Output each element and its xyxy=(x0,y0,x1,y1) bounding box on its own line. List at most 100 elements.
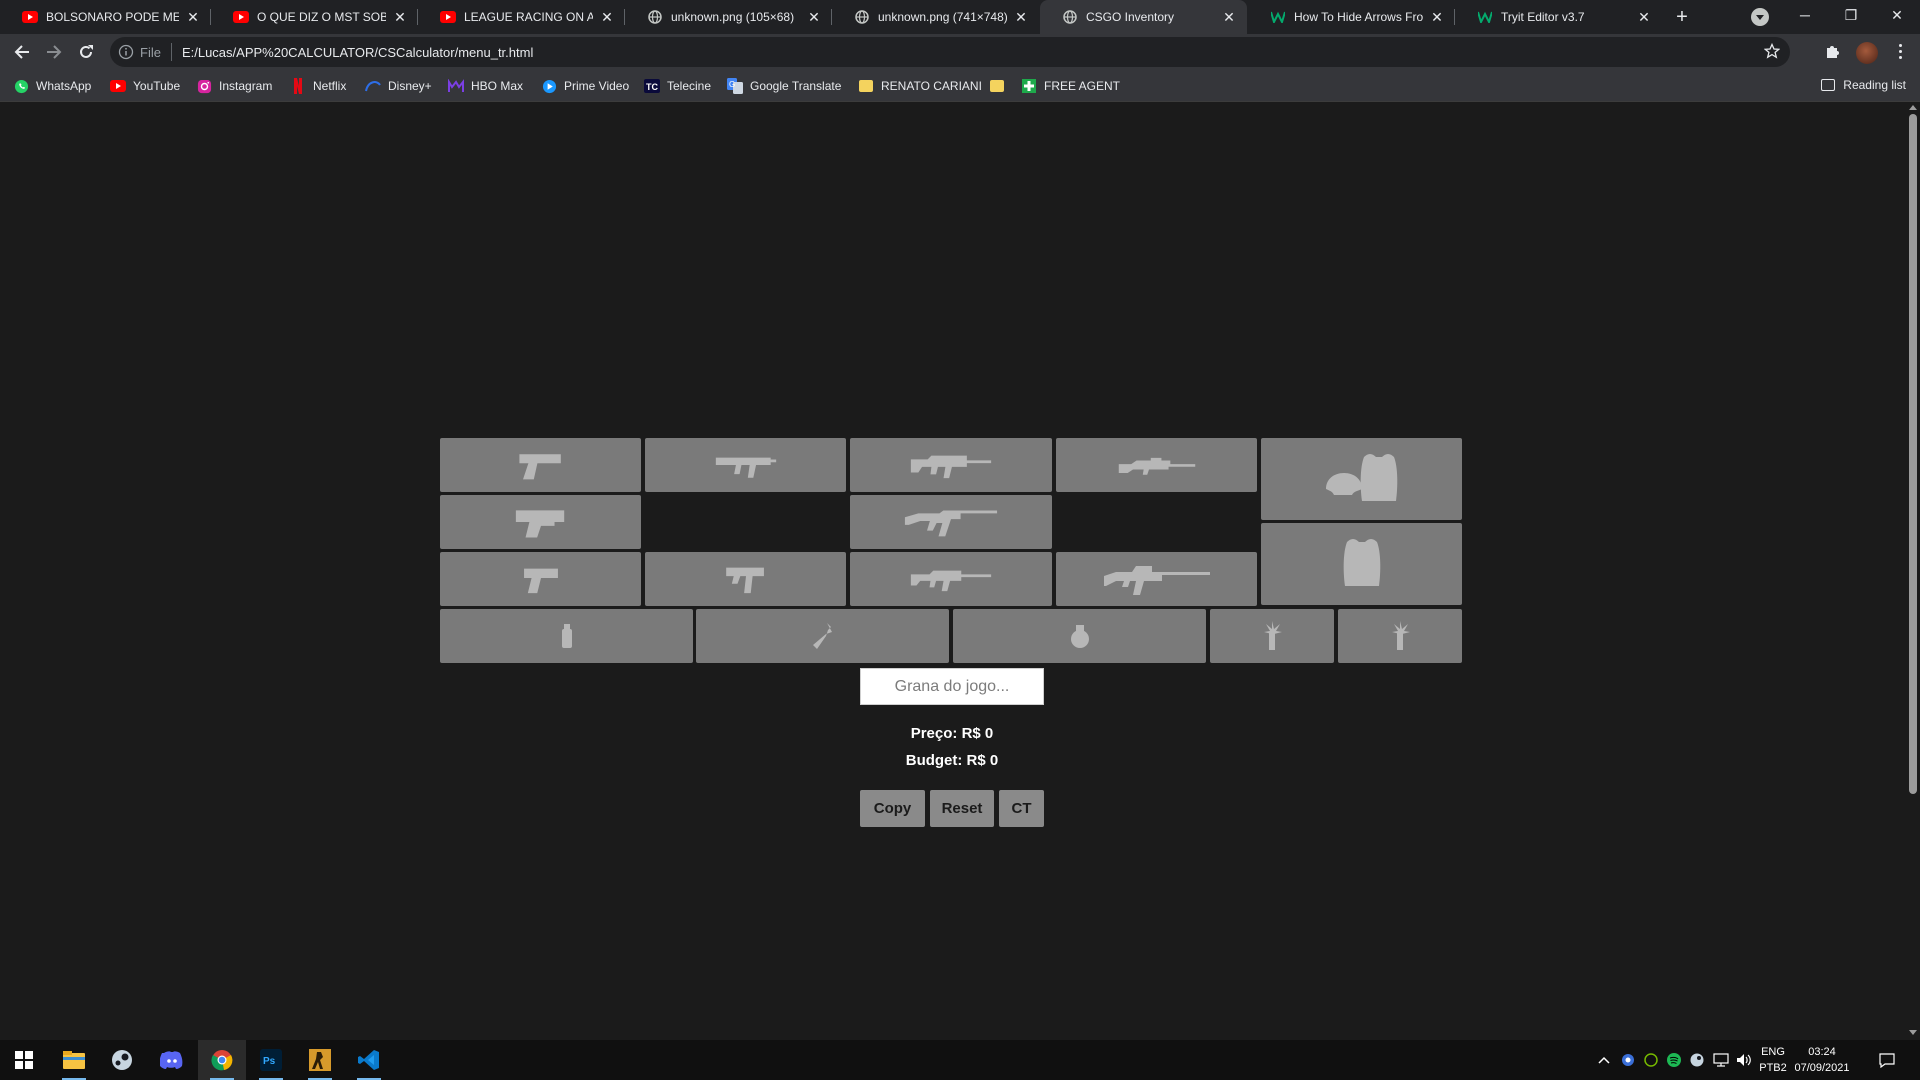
page-scrollbar[interactable] xyxy=(1906,102,1920,1038)
slot-smg[interactable] xyxy=(645,438,846,492)
minimize-button[interactable]: ─ xyxy=(1782,0,1828,30)
steam-icon[interactable] xyxy=(98,1040,146,1080)
bookmark-folder-renato[interactable]: RENATO CARIANI xyxy=(858,77,982,95)
tab-w3schools-1[interactable]: How To Hide Arrows From ✕ xyxy=(1248,0,1455,34)
close-icon[interactable]: ✕ xyxy=(1636,9,1652,25)
slot-rifle[interactable] xyxy=(850,438,1052,492)
slot-molotov[interactable] xyxy=(696,609,949,663)
tab-w3schools-2[interactable]: Tryit Editor v3.7 ✕ xyxy=(1455,0,1662,34)
close-icon[interactable]: ✕ xyxy=(185,9,201,25)
address-bar[interactable]: File E:/Lucas/APP%20CALCULATOR/CSCalcula… xyxy=(110,37,1790,67)
whatsapp-icon xyxy=(13,78,29,94)
bookmark-whatsapp[interactable]: WhatsApp xyxy=(13,77,91,95)
bookmark-hbo-max[interactable]: HBO Max xyxy=(448,77,523,95)
tab-csgo-inventory[interactable]: CSGO Inventory ✕ xyxy=(1040,0,1247,34)
slot-heavy-pistol[interactable] xyxy=(440,495,641,549)
bookmark-folder-unnamed[interactable] xyxy=(989,77,1012,95)
tab-image-1[interactable]: unknown.png (105×68) ✕ xyxy=(625,0,832,34)
bookmark-google-translate[interactable]: G Google Translate xyxy=(727,77,841,95)
slot-carbine[interactable] xyxy=(850,552,1052,606)
cross-icon xyxy=(1021,78,1037,94)
discord-icon[interactable] xyxy=(148,1040,196,1080)
close-icon[interactable]: ✕ xyxy=(1429,9,1445,25)
back-button[interactable] xyxy=(10,40,34,64)
tray-chevron-up-icon[interactable] xyxy=(1596,1040,1612,1080)
system-clock[interactable]: 03:24 07/09/2021 xyxy=(1792,1044,1852,1076)
restore-button[interactable]: ❐ xyxy=(1828,0,1874,30)
slot-he-grenade[interactable] xyxy=(953,609,1206,663)
tab-youtube-3[interactable]: LEAGUE RACING ON A WE ✕ xyxy=(418,0,625,34)
close-icon[interactable]: ✕ xyxy=(806,9,822,25)
tray-steam-icon[interactable] xyxy=(1688,1040,1706,1080)
forward-button[interactable] xyxy=(42,40,66,64)
bookmark-label: Netflix xyxy=(313,79,347,93)
close-window-button[interactable]: ✕ xyxy=(1874,0,1920,30)
close-icon[interactable]: ✕ xyxy=(392,9,408,25)
reset-button[interactable]: Reset xyxy=(930,790,994,827)
slot-flashbang-2[interactable] xyxy=(1338,609,1462,663)
slot-helmet-vest[interactable] xyxy=(1261,438,1462,520)
csgo-icon[interactable] xyxy=(296,1040,344,1080)
vscode-icon[interactable] xyxy=(345,1040,393,1080)
money-input[interactable] xyxy=(860,668,1044,705)
slot-uzi[interactable] xyxy=(645,552,846,606)
reading-list-button[interactable]: Reading list xyxy=(1821,78,1906,92)
sniper-rifle-icon xyxy=(1118,457,1195,475)
slot-kevlar[interactable] xyxy=(1261,523,1462,605)
smoke-grenade-icon xyxy=(561,624,572,648)
folder-icon xyxy=(858,78,874,94)
bookmark-youtube[interactable]: YouTube xyxy=(110,77,180,95)
slot-ak47[interactable] xyxy=(850,495,1052,549)
bookmark-label: Google Translate xyxy=(750,79,842,93)
close-icon[interactable]: ✕ xyxy=(1221,9,1237,25)
info-icon[interactable] xyxy=(118,44,134,60)
bookmark-label: FREE AGENT xyxy=(1044,79,1121,93)
team-ct-button[interactable]: CT xyxy=(999,790,1044,827)
bookmark-instagram[interactable]: Instagram xyxy=(196,77,272,95)
bookmark-prime-video[interactable]: Prime Video xyxy=(541,77,629,95)
input-language[interactable]: ENG PTB2 xyxy=(1756,1044,1790,1076)
extensions-puzzle-icon[interactable] xyxy=(1824,42,1842,60)
windows-start-icon[interactable] xyxy=(0,1040,48,1080)
new-tab-button[interactable]: + xyxy=(1672,7,1692,27)
bookmark-netflix[interactable]: Netflix xyxy=(290,77,346,95)
kebab-menu-icon[interactable] xyxy=(1892,42,1908,62)
notifications-icon[interactable] xyxy=(1872,1040,1902,1080)
bookmark-free-agent[interactable]: FREE AGENT xyxy=(1021,77,1120,95)
tray-spotify-icon[interactable] xyxy=(1665,1040,1683,1080)
w-icon xyxy=(1270,9,1286,25)
clock-time: 03:24 xyxy=(1808,1046,1836,1058)
slot-sniper[interactable] xyxy=(1056,438,1257,492)
url-text[interactable]: E:/Lucas/APP%20CALCULATOR/CSCalculator/m… xyxy=(182,45,533,60)
tray-app-icon[interactable] xyxy=(1619,1040,1637,1080)
slot-flashbang-1[interactable] xyxy=(1210,609,1334,663)
tab-search-icon[interactable] xyxy=(1751,8,1769,26)
flashbang-icon xyxy=(1264,621,1282,650)
bookmark-disney[interactable]: Disney+ xyxy=(365,77,432,95)
slot-machine-gun[interactable] xyxy=(1056,552,1257,606)
photoshop-icon[interactable]: Ps xyxy=(247,1040,295,1080)
scroll-thumb[interactable] xyxy=(1909,114,1917,794)
bookmark-star-icon[interactable] xyxy=(1764,43,1780,59)
scroll-down-arrow-icon[interactable] xyxy=(1909,1030,1917,1035)
profile-avatar[interactable] xyxy=(1856,42,1878,64)
reload-button[interactable] xyxy=(74,40,98,64)
tab-youtube-2[interactable]: O QUE DIZ O MST SOBRE O ✕ xyxy=(211,0,418,34)
file-explorer-icon[interactable] xyxy=(50,1040,98,1080)
close-icon[interactable]: ✕ xyxy=(599,9,615,25)
slot-smoke-grenade[interactable] xyxy=(440,609,693,663)
tab-image-2[interactable]: unknown.png (741×748) ✕ xyxy=(832,0,1039,34)
tray-network-icon[interactable] xyxy=(1711,1040,1731,1080)
tray-volume-icon[interactable] xyxy=(1734,1040,1754,1080)
scroll-up-arrow-icon[interactable] xyxy=(1909,105,1917,110)
prime-icon xyxy=(541,78,557,94)
tray-nvidia-icon[interactable] xyxy=(1642,1040,1660,1080)
bookmark-telecine[interactable]: TC Telecine xyxy=(644,77,711,95)
slot-compact-pistol[interactable] xyxy=(440,552,641,606)
close-icon[interactable]: ✕ xyxy=(1013,9,1029,25)
tab-youtube-1[interactable]: BOLSONARO PODE MESMO ✕ xyxy=(0,0,211,34)
copy-button[interactable]: Copy xyxy=(860,790,925,827)
slot-pistol[interactable] xyxy=(440,438,641,492)
chrome-icon[interactable] xyxy=(198,1040,246,1080)
tab-title: unknown.png (105×68) xyxy=(671,10,795,24)
